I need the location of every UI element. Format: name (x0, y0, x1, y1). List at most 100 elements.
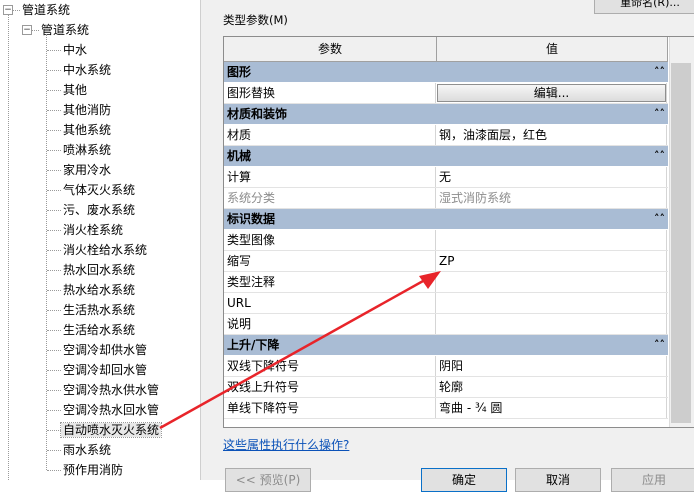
edit-graphics-button[interactable]: 编辑... (437, 84, 666, 102)
param-value[interactable] (436, 230, 669, 250)
pipe-system-tree[interactable]: − 管道系统 − 管道系统 中水 中水系统 其他 其他消防 其他系统 喷淋系统 家用冷水 气体… (0, 0, 200, 480)
tree-item-label: 空调冷热水供水管 (63, 383, 160, 397)
param-name: 图形替换 (224, 83, 436, 103)
type-properties-dialog: 重命名(R)... 类型参数(M) 参数 值 = 图形˄˄图形替换编辑...材质… (221, 0, 694, 492)
tree-item-label: 污、废水系统 (63, 203, 136, 217)
collapse-group-icon[interactable]: ˄˄ (654, 146, 665, 166)
param-name: 类型注释 (224, 272, 436, 292)
apply-button[interactable]: 应用 (611, 468, 694, 492)
tree-item-label: 喷淋系统 (63, 143, 112, 157)
ok-button[interactable]: 确定 (421, 468, 507, 492)
tree-item[interactable]: 其他 (61, 80, 89, 100)
param-name: URL (224, 293, 436, 313)
param-name: 单线下降符号 (224, 398, 436, 418)
tree-item[interactable]: 气体灭火系统 (61, 180, 137, 200)
help-link[interactable]: 这些属性执行什么操作? (223, 436, 349, 453)
param-row: 单线下降符号 弯曲 - ¾ 圆 (224, 398, 668, 419)
group-header[interactable]: 材质和装饰 ˄˄ (224, 104, 668, 125)
group-title: 机械 (227, 149, 252, 163)
param-value[interactable]: 无 (436, 167, 669, 187)
header-param[interactable]: 参数 (224, 37, 437, 61)
tree-item[interactable]: 空调冷却供水管 (61, 340, 149, 360)
group-header[interactable]: 机械 ˄˄ (224, 146, 668, 167)
param-row: URL (224, 293, 668, 314)
pane-gap (201, 0, 221, 480)
collapse-group-icon[interactable]: ˄˄ (654, 104, 665, 124)
param-value[interactable]: 弯曲 - ¾ 圆 (436, 398, 669, 418)
group-title: 材质和装饰 (227, 107, 288, 121)
param-row: 类型图像 (224, 230, 668, 251)
param-value[interactable] (436, 314, 669, 334)
tree-item-label: 热水回水系统 (63, 263, 136, 277)
param-name: 缩写 (224, 251, 436, 271)
collapse-group-icon[interactable]: ˄˄ (654, 335, 665, 355)
cancel-button[interactable]: 取消 (515, 468, 601, 492)
param-name: 双线上升符号 (224, 377, 436, 397)
tree-item[interactable]: 消火栓给水系统 (61, 240, 149, 260)
tree-item-label: 中水 (63, 43, 88, 57)
tree-item-label: 中水系统 (63, 63, 112, 77)
tree-item[interactable]: 生活热水系统 (61, 300, 137, 320)
param-value[interactable] (436, 293, 669, 313)
type-params-label: 类型参数(M) (223, 13, 288, 27)
tree-item-label: 其他系统 (63, 123, 112, 137)
param-value[interactable]: 轮廓 (436, 377, 669, 397)
tree-root-label: 管道系统 (22, 3, 71, 17)
param-row: 系统分类 湿式消防系统 (224, 188, 668, 209)
tree-item[interactable]: 空调冷却回水管 (61, 360, 149, 380)
tree-item[interactable]: 预作用消防 (61, 460, 125, 480)
param-value[interactable]: 钢，油漆面层，红色 (436, 125, 669, 145)
tree-item[interactable]: 雨水系统 (61, 440, 113, 460)
param-row: 类型注释 (224, 272, 668, 293)
tree-root-node[interactable]: 管道系统 (20, 0, 72, 20)
param-name: 计算 (224, 167, 436, 187)
tree-item-label: 气体灭火系统 (63, 183, 136, 197)
param-name: 双线下降符号 (224, 356, 436, 376)
tree-item[interactable]: 其他系统 (61, 120, 113, 140)
collapse-group-icon[interactable]: ˄˄ (654, 62, 665, 82)
tree-item[interactable]: 中水系统 (61, 60, 113, 80)
tree-item-label: 生活给水系统 (63, 323, 136, 337)
tree-item[interactable]: 自动喷水灭火系统 (59, 420, 163, 440)
tree-item[interactable]: 空调冷热水回水管 (61, 400, 161, 420)
header-value[interactable]: 值 (437, 37, 668, 61)
tree-item[interactable]: 热水回水系统 (61, 260, 137, 280)
param-value: 湿式消防系统 (439, 191, 512, 205)
preview-button[interactable]: << 预览(P) (225, 468, 311, 492)
param-row: 图形替换 编辑... (224, 83, 668, 104)
tree-item[interactable]: 热水给水系统 (61, 280, 137, 300)
param-name: 系统分类 (224, 188, 436, 208)
tree-item-label: 空调冷却供水管 (63, 343, 148, 357)
tree-item-label: 预作用消防 (63, 463, 124, 477)
param-value[interactable] (436, 272, 669, 292)
param-value[interactable]: ZP (436, 251, 669, 271)
scrollbar-thumb[interactable] (671, 63, 691, 423)
group-header[interactable]: 上升/下降 ˄˄ (224, 335, 668, 356)
type-params-grid: 参数 值 = 图形˄˄图形替换编辑...材质和装饰˄˄材质钢，油漆面层，红色机械… (223, 36, 694, 428)
collapse-group-icon[interactable]: ˄˄ (654, 209, 665, 229)
tree-item[interactable]: 污、废水系统 (61, 200, 137, 220)
param-row: 材质 钢，油漆面层，红色 (224, 125, 668, 146)
tree-item[interactable]: 其他消防 (61, 100, 113, 120)
tree-item[interactable]: 消火栓系统 (61, 220, 125, 240)
param-row: 计算无 (224, 167, 668, 188)
tree-item[interactable]: 家用冷水 (61, 160, 113, 180)
group-header[interactable]: 图形 ˄˄ (224, 62, 668, 83)
param-row: 说明 (224, 314, 668, 335)
tree-item-label: 热水给水系统 (63, 283, 136, 297)
param-row: 双线上升符号 轮廓 (224, 377, 668, 398)
rename-button[interactable]: 重命名(R)... (594, 0, 694, 14)
param-row: 缩写 ZP (224, 251, 668, 272)
param-name: 说明 (224, 314, 436, 334)
tree-item[interactable]: 生活给水系统 (61, 320, 137, 340)
tree-item[interactable]: 中水 (61, 40, 89, 60)
param-value[interactable]: 阴阳 (436, 356, 669, 376)
group-title: 上升/下降 (227, 338, 280, 352)
tree-item-label: 雨水系统 (63, 443, 112, 457)
tree-item-label: 消火栓系统 (63, 223, 124, 237)
tree-item[interactable]: 空调冷热水供水管 (61, 380, 161, 400)
group-header[interactable]: 标识数据 ˄˄ (224, 209, 668, 230)
tree-item[interactable]: 喷淋系统 (61, 140, 113, 160)
tree-item-label: 空调冷热水回水管 (63, 403, 160, 417)
tree-item-label: 其他 (63, 83, 88, 97)
